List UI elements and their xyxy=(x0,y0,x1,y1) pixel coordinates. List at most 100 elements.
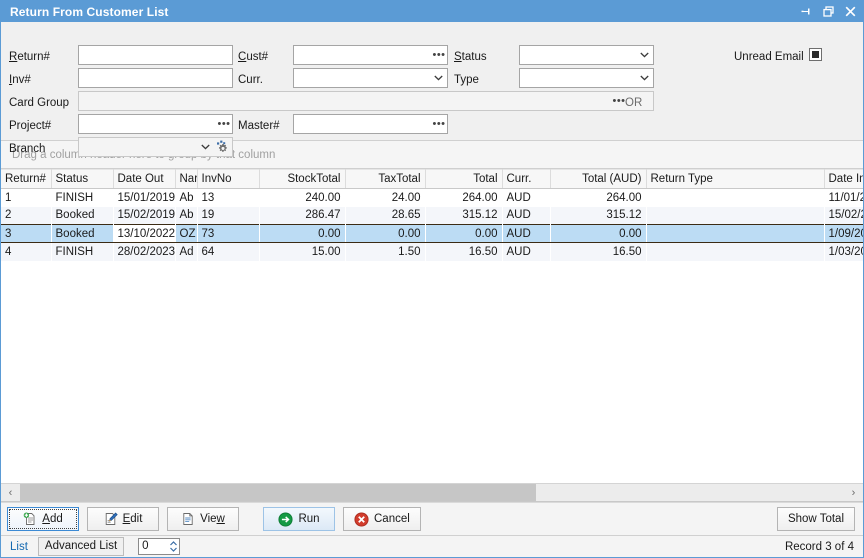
horizontal-scrollbar[interactable]: ‹ › xyxy=(1,483,863,501)
column-header-status[interactable]: Status xyxy=(51,169,114,189)
cell-nar[interactable]: Ab xyxy=(175,206,197,225)
cell-stock_total[interactable]: 240.00 xyxy=(259,188,345,207)
cell-status[interactable]: FINISH xyxy=(51,188,113,207)
branch-chevron-down-icon[interactable] xyxy=(197,138,214,156)
cell-date_in[interactable]: 15/02/2019 xyxy=(824,206,863,225)
cell-inv_no[interactable]: 73 xyxy=(197,224,259,243)
card-group-field[interactable]: ••• xyxy=(78,91,654,111)
column-header-return_no[interactable]: Return# xyxy=(1,169,52,189)
project-no-lookup-icon[interactable]: ••• xyxy=(216,115,232,133)
cell-return_no[interactable]: 3 xyxy=(1,224,51,243)
column-header-curr[interactable]: Curr. xyxy=(502,169,551,189)
cell-return_no[interactable]: 2 xyxy=(1,206,51,225)
cell-total_aud[interactable]: 16.50 xyxy=(550,242,646,261)
table-row[interactable]: 3 Booked 13/10/2022 OZ 73 0.00 0.00 0.00 AUD 0.00… xyxy=(1,224,863,243)
cell-inv_no[interactable]: 19 xyxy=(197,206,259,225)
project-no-field[interactable]: ••• xyxy=(78,114,233,134)
cell-date_in[interactable]: 11/01/2019 xyxy=(824,188,863,207)
cell-curr[interactable]: AUD xyxy=(502,242,550,261)
cell-return_type[interactable] xyxy=(646,188,824,207)
cell-date_out[interactable]: 15/01/2019 xyxy=(113,188,175,207)
cell-curr[interactable]: AUD xyxy=(502,206,550,225)
column-header-inv_no[interactable]: InvNo xyxy=(197,169,260,189)
view-button[interactable]: View xyxy=(167,507,239,531)
status-field[interactable] xyxy=(519,45,654,65)
return-no-field[interactable] xyxy=(78,45,233,65)
cell-return_type[interactable] xyxy=(646,224,824,243)
branch-gear-icon[interactable] xyxy=(214,138,232,156)
cell-tax_total[interactable]: 0.00 xyxy=(345,224,425,243)
master-no-field[interactable]: ••• xyxy=(293,114,448,134)
add-button[interactable]: Add xyxy=(7,507,79,531)
tab-advanced-list[interactable]: Advanced List xyxy=(37,537,125,556)
type-field[interactable] xyxy=(519,68,654,88)
cell-status[interactable]: Booked xyxy=(51,224,113,243)
cell-total[interactable]: 315.12 xyxy=(425,206,502,225)
cell-total[interactable]: 0.00 xyxy=(425,224,502,243)
cell-total[interactable]: 16.50 xyxy=(425,242,502,261)
table-row[interactable]: 2 Booked 15/02/2019 Ab 19 286.47 28.65 315.12 AU… xyxy=(1,206,863,225)
curr-field[interactable] xyxy=(293,68,448,88)
cell-curr[interactable]: AUD xyxy=(502,188,550,207)
cell-stock_total[interactable]: 15.00 xyxy=(259,242,345,261)
table-row[interactable]: 1 FINISH 15/01/2019 Ab 13 240.00 24.00 264.00 AU… xyxy=(1,188,863,207)
run-button[interactable]: Run xyxy=(263,507,335,531)
column-header-tax_total[interactable]: TaxTotal xyxy=(345,169,426,189)
scrollbar-track[interactable] xyxy=(20,484,844,501)
cell-date_out[interactable]: 13/10/2022 xyxy=(113,224,175,243)
unread-email-checkbox[interactable] xyxy=(809,48,822,61)
cell-nar[interactable]: Ab xyxy=(175,188,197,207)
cell-stock_total[interactable]: 286.47 xyxy=(259,206,345,225)
edit-button[interactable]: Edit xyxy=(87,507,159,531)
cell-inv_no[interactable]: 64 xyxy=(197,242,259,261)
cell-total[interactable]: 264.00 xyxy=(425,188,502,207)
cell-return_no[interactable]: 1 xyxy=(1,188,51,207)
column-header-date_in[interactable]: Date In xyxy=(824,169,863,189)
cell-tax_total[interactable]: 24.00 xyxy=(345,188,425,207)
column-header-return_type[interactable]: Return Type xyxy=(646,169,825,189)
cell-status[interactable]: FINISH xyxy=(51,242,113,261)
cell-date_in[interactable]: 1/09/2022 xyxy=(824,224,863,243)
cell-return_type[interactable] xyxy=(646,242,824,261)
column-header-nar[interactable]: Nar xyxy=(175,169,198,189)
cancel-button[interactable]: Cancel xyxy=(343,507,421,531)
cell-date_out[interactable]: 28/02/2023 xyxy=(113,242,175,261)
cell-return_no[interactable]: 4 xyxy=(1,242,51,261)
cell-nar[interactable]: Ad xyxy=(175,242,197,261)
cell-total_aud[interactable]: 264.00 xyxy=(550,188,646,207)
show-total-button[interactable]: Show Total xyxy=(776,507,855,531)
master-no-lookup-icon[interactable]: ••• xyxy=(431,115,447,133)
cell-total_aud[interactable]: 0.00 xyxy=(550,224,646,243)
cell-total_aud[interactable]: 315.12 xyxy=(550,206,646,225)
table-row[interactable]: 4 FINISH 28/02/2023 Ad 64 15.00 1.50 16.50 AUD 16… xyxy=(1,242,863,261)
branch-field[interactable] xyxy=(78,137,233,157)
inv-no-field[interactable] xyxy=(78,68,233,88)
cell-stock_total[interactable]: 0.00 xyxy=(259,224,345,243)
curr-chevron-down-icon[interactable] xyxy=(430,69,447,87)
column-header-total[interactable]: Total xyxy=(425,169,503,189)
cell-status[interactable]: Booked xyxy=(51,206,113,225)
cust-no-lookup-icon[interactable]: ••• xyxy=(431,46,447,64)
cell-date_in[interactable]: 1/03/2023 xyxy=(824,242,863,261)
stepper-arrows-icon[interactable] xyxy=(168,539,179,554)
tab-list[interactable]: List xyxy=(6,540,32,554)
cell-tax_total[interactable]: 1.50 xyxy=(345,242,425,261)
status-chevron-down-icon[interactable] xyxy=(636,46,653,64)
pin-icon[interactable] xyxy=(795,2,817,21)
record-counter-stepper[interactable]: 0 xyxy=(138,538,181,555)
cell-curr[interactable]: AUD xyxy=(502,224,550,243)
cust-no-field[interactable]: ••• xyxy=(293,45,448,65)
cell-return_type[interactable] xyxy=(646,206,824,225)
cell-nar[interactable]: OZ xyxy=(175,224,197,243)
cell-tax_total[interactable]: 28.65 xyxy=(345,206,425,225)
cell-date_out[interactable]: 15/02/2019 xyxy=(113,206,175,225)
restore-icon[interactable] xyxy=(817,2,839,21)
column-header-date_out[interactable]: Date Out xyxy=(113,169,176,189)
scroll-left-icon[interactable]: ‹ xyxy=(1,484,20,501)
scrollbar-thumb[interactable] xyxy=(20,484,536,501)
cell-inv_no[interactable]: 13 xyxy=(197,188,259,207)
column-header-stock_total[interactable]: StockTotal xyxy=(259,169,346,189)
type-chevron-down-icon[interactable] xyxy=(636,69,653,87)
scroll-right-icon[interactable]: › xyxy=(844,484,863,501)
column-header-total_aud[interactable]: Total (AUD) xyxy=(550,169,647,189)
